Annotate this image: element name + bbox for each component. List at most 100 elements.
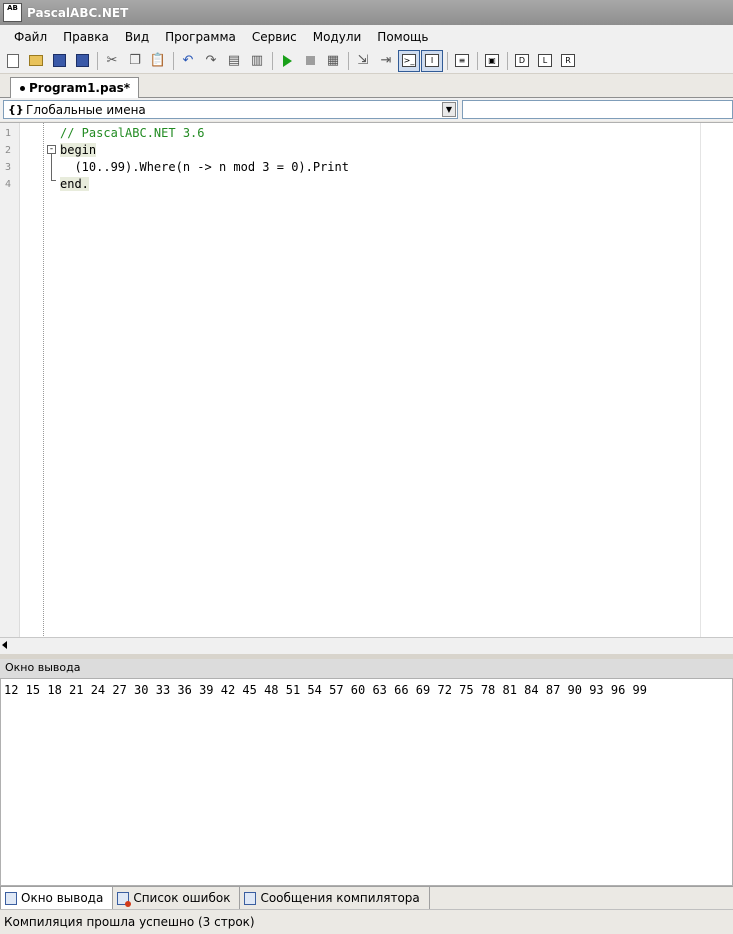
- fold-marker-end: [51, 180, 56, 181]
- names-bar: {} Глобальные имена ▼: [0, 98, 733, 121]
- undo-icon: ↶: [182, 53, 194, 68]
- tab-program1[interactable]: Program1.pas*: [10, 77, 140, 98]
- save-all-icon: [75, 54, 89, 67]
- find-icon: ▤: [227, 53, 241, 68]
- tab-compiler-messages[interactable]: Сообщения компилятора: [240, 887, 430, 909]
- toolbar-separator: [477, 51, 478, 70]
- compile-button[interactable]: ▦: [322, 50, 344, 72]
- menu-service[interactable]: Сервис: [244, 30, 305, 44]
- copy-icon: ❐: [129, 53, 141, 68]
- replace-icon: ▥: [250, 53, 264, 68]
- code-template-button[interactable]: ▣: [481, 50, 503, 72]
- tr-icon: R: [561, 54, 575, 67]
- undo-button[interactable]: ↶: [177, 50, 199, 72]
- fold-guide: [43, 123, 44, 638]
- window-title: PascalABC.NET: [27, 5, 129, 20]
- folder-icon: [29, 55, 43, 66]
- tr-button[interactable]: R: [557, 50, 579, 72]
- save-button[interactable]: [48, 50, 70, 72]
- keyword-begin: begin: [60, 143, 97, 157]
- title-bar: AB PascalABC.NET: [0, 0, 733, 25]
- cut-button[interactable]: ✂: [101, 50, 123, 72]
- format-button[interactable]: ≡: [451, 50, 473, 72]
- play-icon: [282, 54, 292, 67]
- new-file-icon: [7, 53, 19, 68]
- toolbar-separator: [97, 51, 98, 70]
- line-number: 2: [5, 145, 12, 156]
- paste-icon: 📋: [149, 53, 167, 68]
- menu-edit[interactable]: Правка: [55, 30, 117, 44]
- members-combo[interactable]: [462, 100, 733, 119]
- toolbar-separator: [272, 51, 273, 70]
- collapse-icon[interactable]: -: [47, 145, 56, 154]
- braces-icon: {}: [8, 103, 24, 116]
- error-list-icon: [117, 891, 132, 907]
- menu-view[interactable]: Вид: [117, 30, 157, 44]
- line-number: 3: [5, 162, 12, 173]
- toolbar: ✂ ❐ 📋 ↶ ↷ ▤ ▥ ▦ ⇲ ⇥ >_ I ≡ ▣ D L R: [0, 48, 733, 74]
- modified-indicator: [20, 86, 25, 91]
- output-text: 12 15 18 21 24 27 30 33 36 39 42 45 48 5…: [4, 683, 647, 697]
- line-number: 4: [5, 179, 12, 190]
- chevron-down-icon[interactable]: ▼: [442, 102, 456, 117]
- output-window-icon: [5, 891, 17, 905]
- menu-bar: Файл Правка Вид Программа Сервис Модули …: [0, 25, 733, 48]
- stop-icon: [305, 56, 315, 65]
- tl-button[interactable]: L: [534, 50, 556, 72]
- step-into-button[interactable]: ⇲: [352, 50, 374, 72]
- replace-button[interactable]: ▥: [246, 50, 268, 72]
- step-over-icon: ⇥: [380, 53, 392, 68]
- tab-output-window-label: Окно вывода: [21, 891, 104, 905]
- output-toggle-button[interactable]: I: [421, 49, 443, 72]
- copy-button[interactable]: ❐: [124, 50, 146, 72]
- compile-icon: ▦: [326, 53, 340, 68]
- paste-button[interactable]: 📋: [147, 50, 169, 72]
- tl-icon: L: [538, 54, 552, 67]
- console-icon: >_: [402, 54, 416, 67]
- toolbar-separator: [447, 51, 448, 70]
- editor-tab-strip: Program1.pas*: [0, 74, 733, 98]
- code-editor[interactable]: 1 2 3 4 - // PascalABC.NET 3.6 begin (10…: [0, 122, 733, 638]
- output-panel-header: Окно вывода: [0, 659, 733, 678]
- run-button[interactable]: [276, 50, 298, 72]
- stop-button[interactable]: [299, 50, 321, 72]
- new-file-button[interactable]: [2, 50, 24, 72]
- global-names-label: Глобальные имена: [26, 103, 146, 117]
- format-icon: ≡: [455, 54, 469, 67]
- scroll-left-icon[interactable]: [2, 641, 7, 649]
- menu-file[interactable]: Файл: [6, 30, 55, 44]
- tab-error-list[interactable]: Список ошибок: [113, 887, 241, 909]
- output-window-icon: I: [425, 54, 439, 67]
- menu-modules[interactable]: Модули: [305, 30, 370, 44]
- find-button[interactable]: ▤: [223, 50, 245, 72]
- redo-icon: ↷: [205, 53, 217, 68]
- code-line: (10..99).Where(n -> n mod 3 = 0).Print: [60, 160, 349, 174]
- status-bar: Компиляция прошла успешно (3 строк): [0, 909, 733, 934]
- toolbar-separator: [507, 51, 508, 70]
- code-line: end.: [60, 176, 89, 193]
- toolbar-separator: [348, 51, 349, 70]
- bottom-tab-bar: Окно вывода Список ошибок Сообщения комп…: [0, 886, 733, 909]
- form-designer-button[interactable]: D: [511, 50, 533, 72]
- code-line: // PascalABC.NET 3.6: [60, 126, 205, 140]
- keyword-end: end.: [60, 177, 89, 191]
- toolbar-separator: [173, 51, 174, 70]
- line-number: 1: [5, 128, 12, 139]
- right-margin-guide: [700, 123, 701, 638]
- save-icon: [52, 54, 66, 67]
- tab-error-list-label: Список ошибок: [133, 891, 231, 905]
- line-number-gutter: 1 2 3 4: [0, 123, 20, 638]
- step-over-button[interactable]: ⇥: [375, 50, 397, 72]
- open-button[interactable]: [25, 50, 47, 72]
- horizontal-scrollbar[interactable]: [0, 637, 733, 654]
- menu-help[interactable]: Помощь: [369, 30, 436, 44]
- global-names-combo[interactable]: {} Глобальные имена ▼: [3, 100, 458, 119]
- tab-label: Program1.pas*: [29, 81, 131, 95]
- console-toggle-button[interactable]: >_: [398, 49, 420, 72]
- code-template-icon: ▣: [485, 54, 499, 67]
- menu-program[interactable]: Программа: [157, 30, 244, 44]
- save-all-button[interactable]: [71, 50, 93, 72]
- tab-output-window[interactable]: Окно вывода: [0, 887, 114, 909]
- output-panel[interactable]: 12 15 18 21 24 27 30 33 36 39 42 45 48 5…: [0, 678, 733, 886]
- redo-button[interactable]: ↷: [200, 50, 222, 72]
